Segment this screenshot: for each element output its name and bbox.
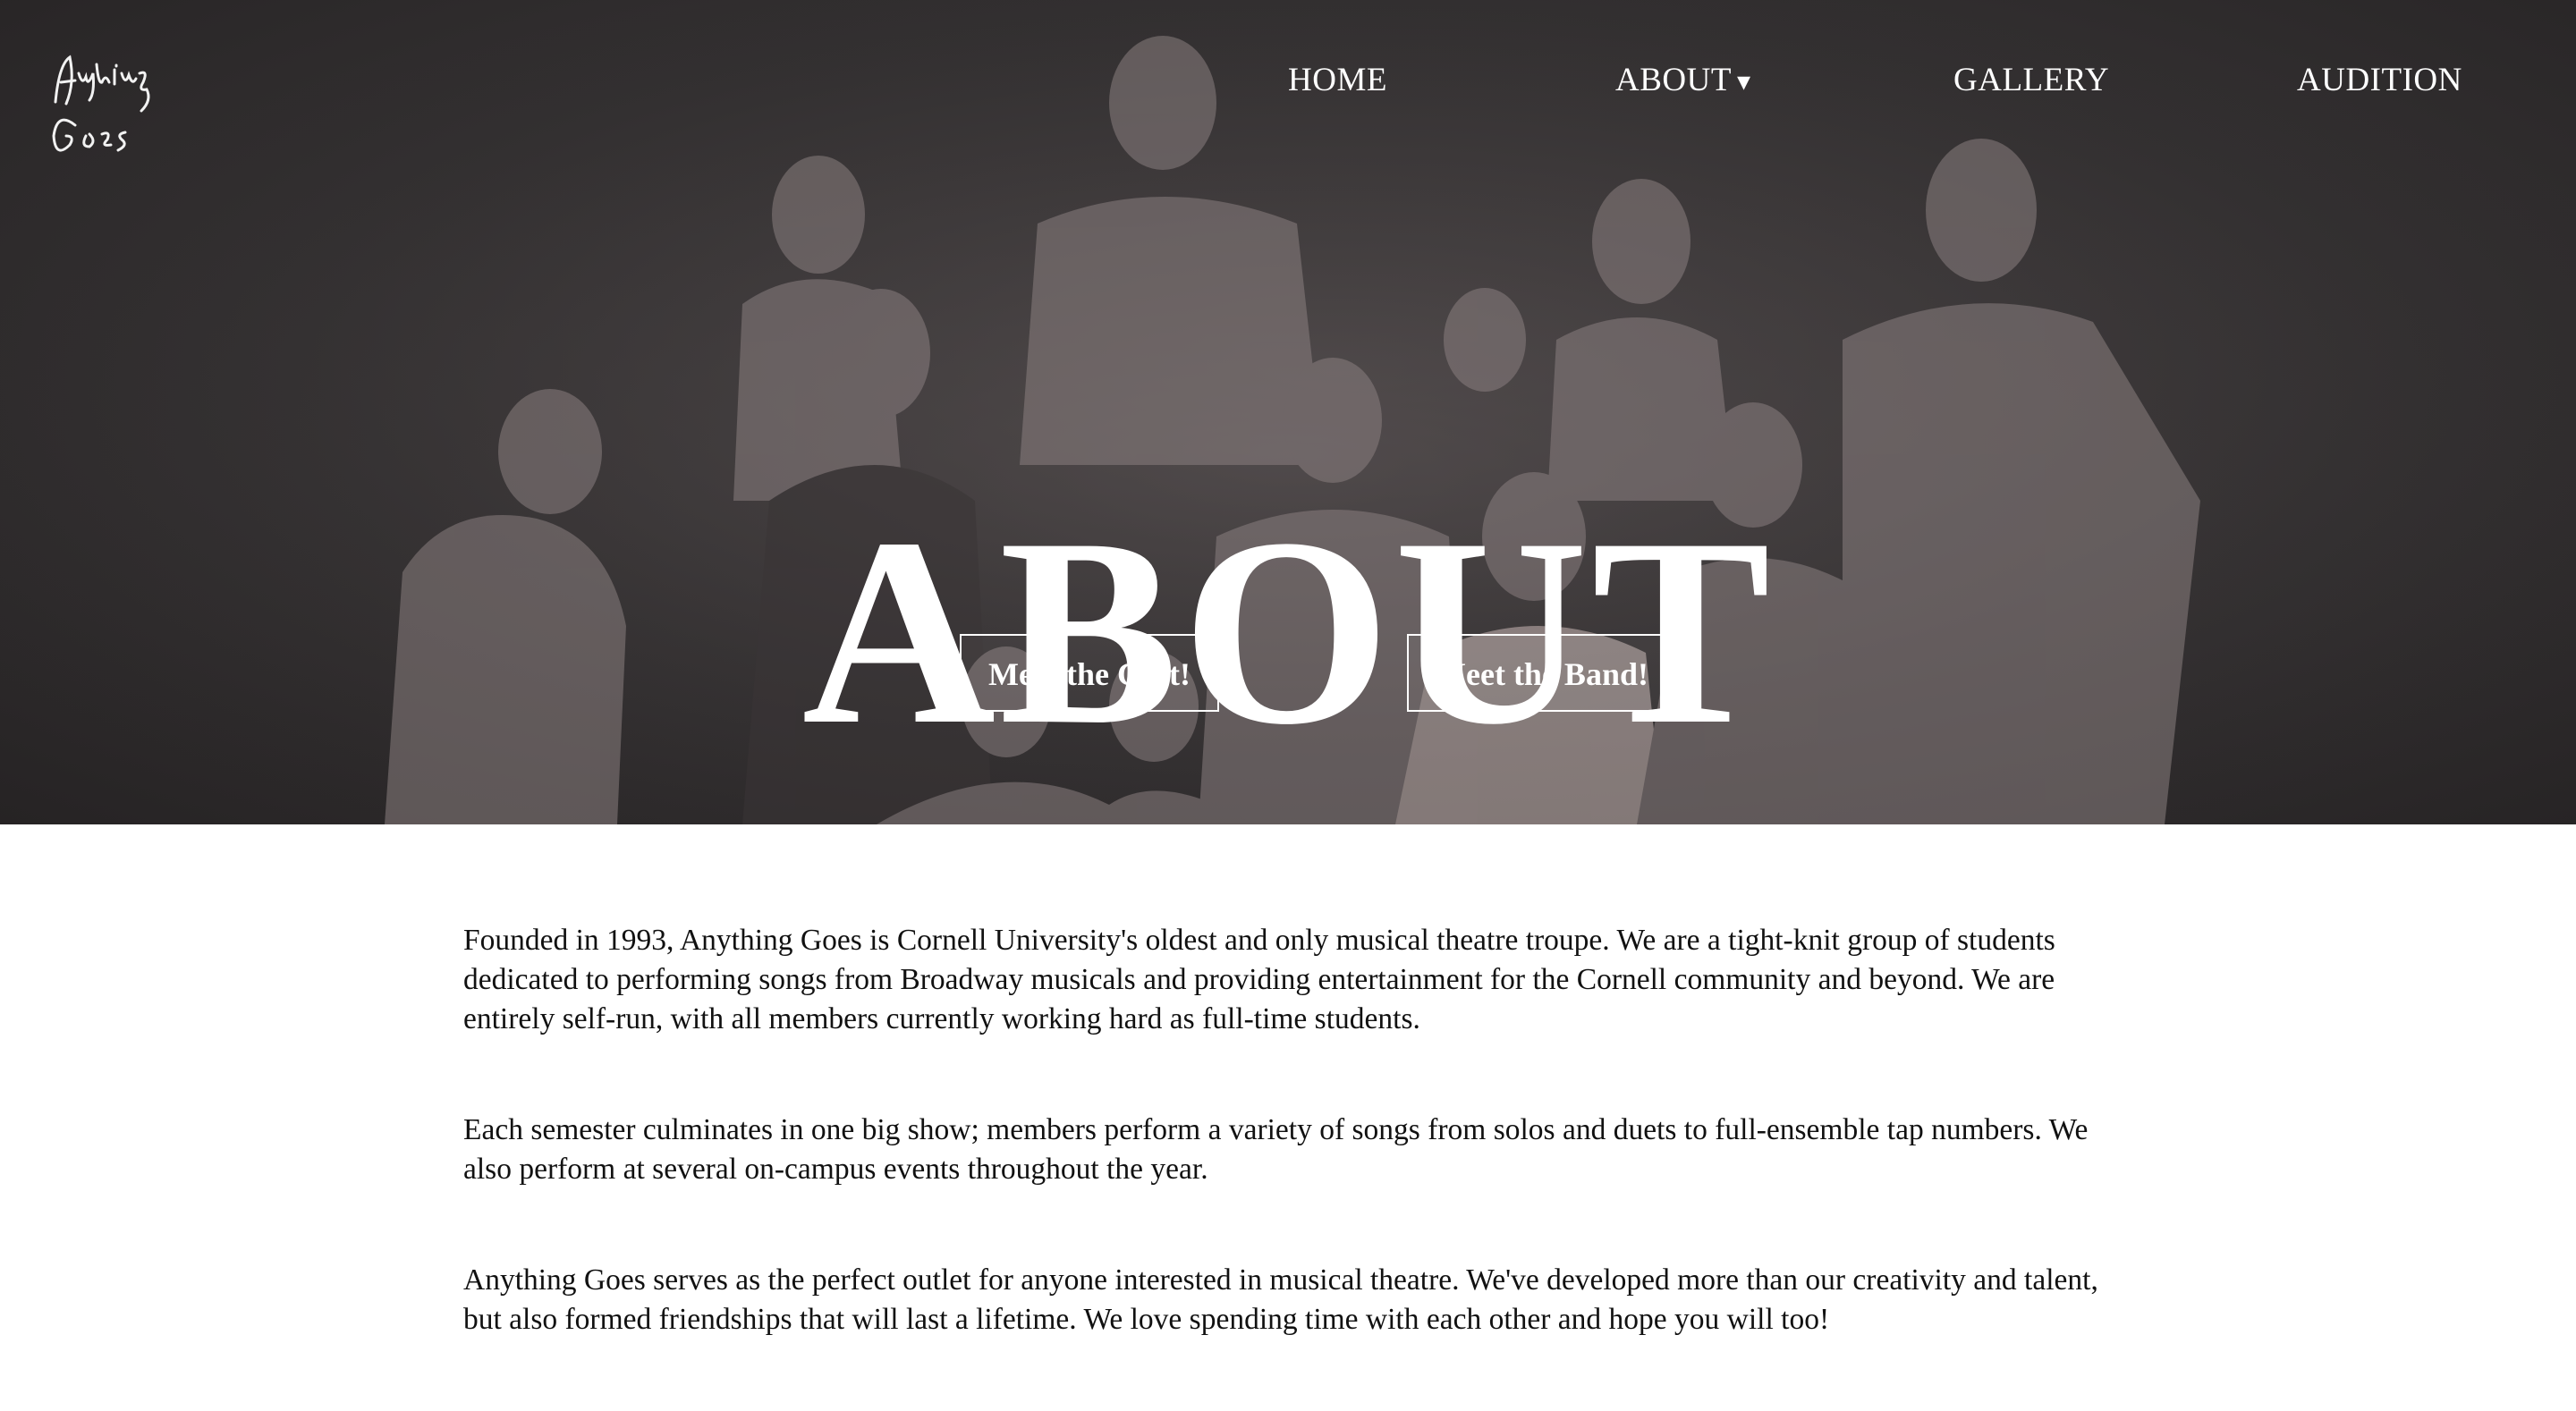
meet-the-cast-button[interactable]: Meet the Cast!	[960, 634, 1219, 712]
about-paragraph: Founded in 1993, Anything Goes is Cornel…	[463, 924, 2055, 1035]
hero-banner: HOME ABOUT ▾ GALLERY AUDITION ABOUT Meet …	[0, 0, 2576, 824]
nav-audition-label: AUDITION	[2297, 62, 2462, 98]
meet-the-band-label: Meet the Band!	[1436, 656, 1648, 692]
nav-home-label: HOME	[1288, 62, 1387, 98]
main-nav: HOME ABOUT ▾ GALLERY AUDITION	[0, 54, 2576, 107]
nav-gallery-label: GALLERY	[1953, 62, 2110, 98]
nav-audition[interactable]: AUDITION	[2297, 54, 2462, 107]
page-title: ABOUT	[801, 483, 1775, 780]
nav-home[interactable]: HOME	[1288, 54, 1387, 107]
about-content: Founded in 1993, Anything Goes is Cornel…	[463, 921, 2100, 1411]
meet-the-cast-label: Meet the Cast!	[988, 656, 1191, 692]
chevron-down-icon: ▾	[1736, 67, 1751, 97]
nav-gallery[interactable]: GALLERY	[1953, 54, 2109, 107]
meet-the-band-button[interactable]: Meet the Band!	[1407, 634, 1677, 712]
about-paragraph: Anything Goes serves as the perfect outl…	[463, 1263, 2098, 1336]
about-paragraph: Each semester culminates in one big show…	[463, 1113, 2089, 1186]
nav-about[interactable]: ABOUT ▾	[1615, 54, 1751, 109]
nav-about-label: ABOUT	[1615, 62, 1732, 98]
